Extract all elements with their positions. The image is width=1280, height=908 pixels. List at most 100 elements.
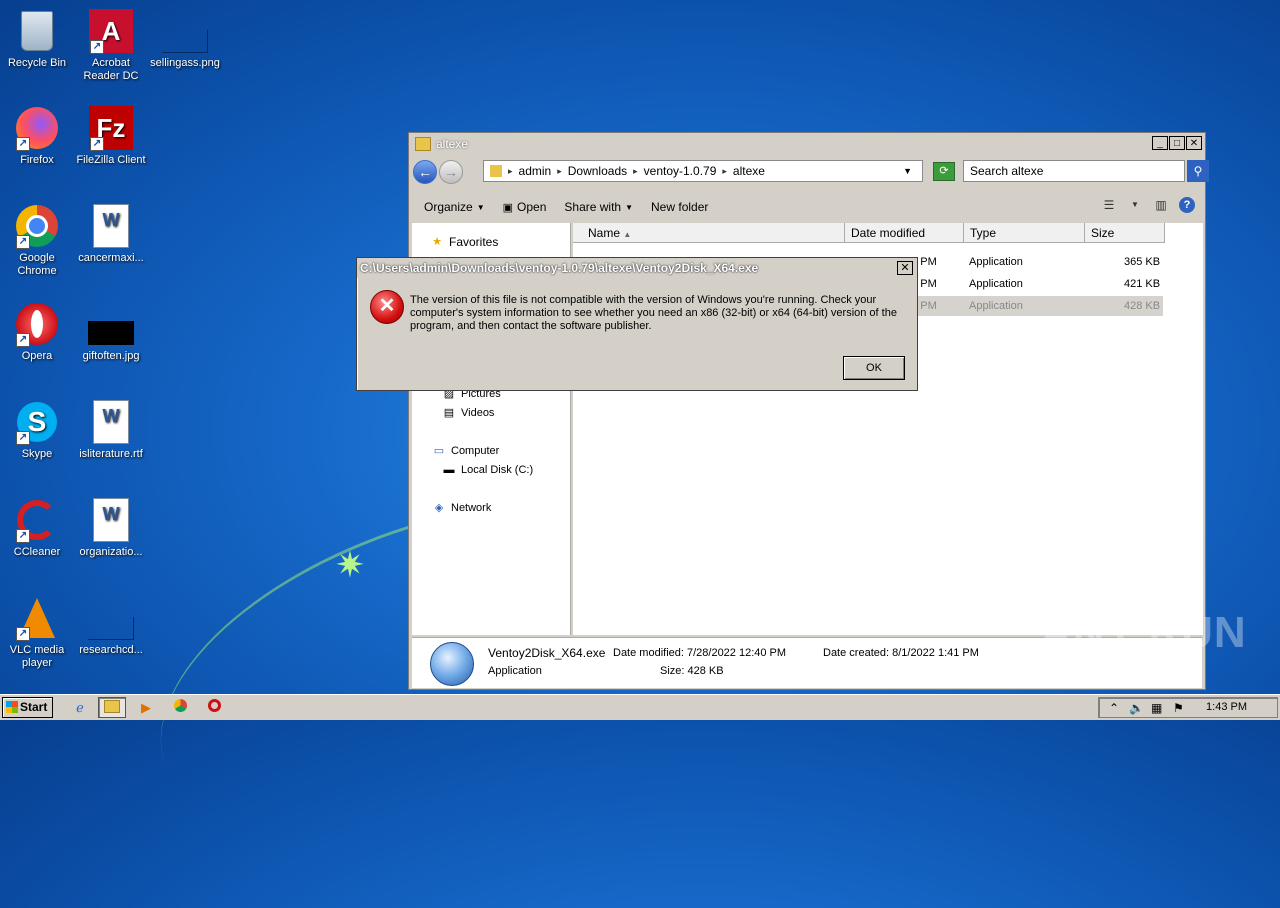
chevron-right-icon[interactable]: ▸	[633, 166, 638, 177]
dialog-title-bar[interactable]: C:\Users\admin\Downloads\ventoy-1.0.79\a…	[357, 258, 917, 278]
file-icon	[88, 595, 134, 641]
error-icon: ✕	[370, 290, 404, 324]
desktop-icon-giftoften[interactable]: giftoften.jpg	[74, 301, 148, 363]
nav-label: Network	[451, 502, 492, 514]
ok-button[interactable]: OK	[843, 356, 905, 380]
hard-drive-icon: ▬	[443, 464, 455, 476]
action-center-flag-icon[interactable]: ⚑	[1173, 700, 1184, 716]
desktop-icon-vlc[interactable]: ↗ VLC media player	[0, 595, 74, 670]
details-date-created: Date created: 8/1/2022 1:41 PM	[823, 647, 979, 659]
chevron-right-icon[interactable]: ▸	[722, 166, 727, 177]
minimize-button[interactable]: _	[1152, 136, 1168, 150]
desktop-icon-firefox[interactable]: ↗ Firefox	[0, 105, 74, 167]
preview-pane-icon[interactable]: ▥	[1153, 197, 1169, 213]
open-button[interactable]: ▣ Open	[503, 200, 547, 214]
maximize-button[interactable]: □	[1169, 136, 1185, 150]
desktop-icon-recycle-bin[interactable]: Recycle Bin	[0, 8, 74, 70]
network-tray-icon[interactable]: ▦	[1151, 700, 1162, 716]
breadcrumb-altexe[interactable]: altexe	[733, 164, 765, 178]
windows-logo-icon	[6, 701, 18, 713]
forward-button[interactable]: →	[439, 160, 463, 184]
nav-network[interactable]: ◈ Network	[432, 502, 492, 514]
desktop-icon-label: organizatio...	[79, 546, 143, 558]
desktop-icon-chrome[interactable]: ↗ Google Chrome	[0, 203, 74, 278]
organize-label: Organize	[424, 200, 473, 214]
chevron-down-icon: ▼	[476, 202, 485, 212]
media-player-icon[interactable]: ▶	[132, 697, 160, 718]
word-document-icon: W	[88, 399, 134, 445]
dialog-close-button[interactable]: ✕	[897, 261, 913, 275]
desktop-icon-label: Firefox	[20, 154, 54, 166]
details-date-modified: Date modified: 7/28/2022 12:40 PM	[613, 647, 787, 659]
organize-button[interactable]: Organize ▼	[424, 200, 485, 214]
image-file-icon	[88, 301, 134, 347]
start-button[interactable]: Start	[2, 697, 53, 718]
desktop-icon-skype[interactable]: S ↗ Skype	[0, 399, 74, 461]
help-icon[interactable]: ?	[1179, 197, 1195, 213]
clock[interactable]: 1:43 PM	[1206, 698, 1247, 717]
desktop-icon-isliterature[interactable]: W isliterature.rtf	[74, 399, 148, 461]
nav-computer[interactable]: ▭ Computer	[432, 445, 500, 457]
view-controls: ☰ ▼ ▥ ?	[1101, 197, 1195, 213]
explorer-window: altexe _ □ ✕ ← → ▸ admin ▸ Downloads ▸ v…	[408, 132, 1209, 690]
column-header-type[interactable]: Type	[964, 223, 1085, 243]
chevron-down-icon[interactable]: ▼	[1127, 197, 1143, 213]
explorer-title-bar[interactable]: altexe	[409, 133, 1205, 155]
word-document-icon: W	[88, 203, 134, 249]
view-options-icon[interactable]: ☰	[1101, 197, 1117, 213]
back-button[interactable]: ←	[413, 160, 437, 184]
refresh-icon[interactable]: ⟳	[933, 162, 955, 181]
chevron-down-icon[interactable]: ▼	[903, 166, 912, 176]
skype-icon: S ↗	[14, 399, 60, 445]
desktop-icon-cancermaxi[interactable]: W cancermaxi...	[74, 203, 148, 265]
chrome-taskbar-icon[interactable]	[166, 697, 194, 718]
column-header-date[interactable]: Date modified	[845, 223, 964, 243]
desktop-icon-label: Google Chrome	[17, 252, 57, 277]
chevron-right-icon[interactable]: ▸	[557, 166, 562, 177]
application-icon	[430, 642, 474, 686]
breadcrumb-downloads[interactable]: Downloads	[568, 164, 627, 178]
desktop-icon-label: sellingass.png	[150, 57, 220, 69]
wallpaper-logo: ✷	[334, 544, 366, 585]
acrobat-icon: A ↗	[88, 8, 134, 54]
search-icon[interactable]: ⚲	[1187, 160, 1209, 182]
desktop-icon-acrobat[interactable]: A ↗ Acrobat Reader DC	[74, 8, 148, 83]
desktop-icon-ccleaner[interactable]: ↗ CCleaner	[0, 497, 74, 559]
start-label: Start	[20, 700, 48, 714]
desktop-icon-label: VLC media player	[9, 644, 65, 669]
search-input[interactable]: Search altexe	[963, 160, 1185, 182]
chevron-right-icon: ▸	[508, 165, 513, 176]
new-folder-button[interactable]: New folder	[651, 200, 708, 214]
firefox-icon: ↗	[14, 105, 60, 151]
recycle-bin-icon	[14, 8, 60, 54]
desktop-icon-researchcd[interactable]: researchcd...	[74, 595, 148, 657]
desktop-icon-sellingass[interactable]: sellingass.png	[148, 8, 222, 70]
breadcrumb-ventoy[interactable]: ventoy-1.0.79	[644, 164, 717, 178]
show-hidden-icons-icon[interactable]: ⌃	[1109, 700, 1119, 716]
internet-explorer-icon[interactable]: ℯ	[66, 697, 94, 718]
close-button[interactable]: ✕	[1186, 136, 1202, 150]
explorer-taskbar-icon[interactable]	[98, 697, 126, 718]
application-icon: ▣	[502, 201, 514, 214]
desktop-icon-opera[interactable]: ↗ Opera	[0, 301, 74, 363]
details-type: Application	[488, 665, 542, 677]
desktop-icon-label: cancermaxi...	[78, 252, 144, 264]
nav-local-disk[interactable]: ▬ Local Disk (C:)	[442, 464, 534, 476]
open-label: Open	[517, 200, 547, 214]
nav-favorites[interactable]: ★ Favorites	[430, 235, 498, 249]
breadcrumb-admin[interactable]: admin	[519, 164, 552, 178]
nav-label: Favorites	[449, 235, 499, 249]
column-header-name[interactable]: Name ▲	[573, 223, 845, 243]
nav-videos[interactable]: ▤ Videos	[442, 407, 495, 419]
desktop-icon-filezilla[interactable]: Fz ↗ FileZilla Client	[74, 105, 148, 167]
desktop-icon-organizatio[interactable]: W organizatio...	[74, 497, 148, 559]
file-type: Application	[969, 256, 1023, 268]
folder-icon	[415, 137, 431, 151]
share-with-label: Share with	[564, 200, 622, 214]
address-bar[interactable]: ▸ admin ▸ Downloads ▸ ventoy-1.0.79 ▸ al…	[483, 160, 923, 182]
volume-icon[interactable]: 🔈	[1129, 700, 1144, 716]
column-label: Name	[588, 226, 621, 240]
column-header-size[interactable]: Size	[1085, 223, 1165, 243]
opera-taskbar-icon[interactable]	[200, 697, 228, 718]
share-with-button[interactable]: Share with ▼	[564, 200, 633, 214]
